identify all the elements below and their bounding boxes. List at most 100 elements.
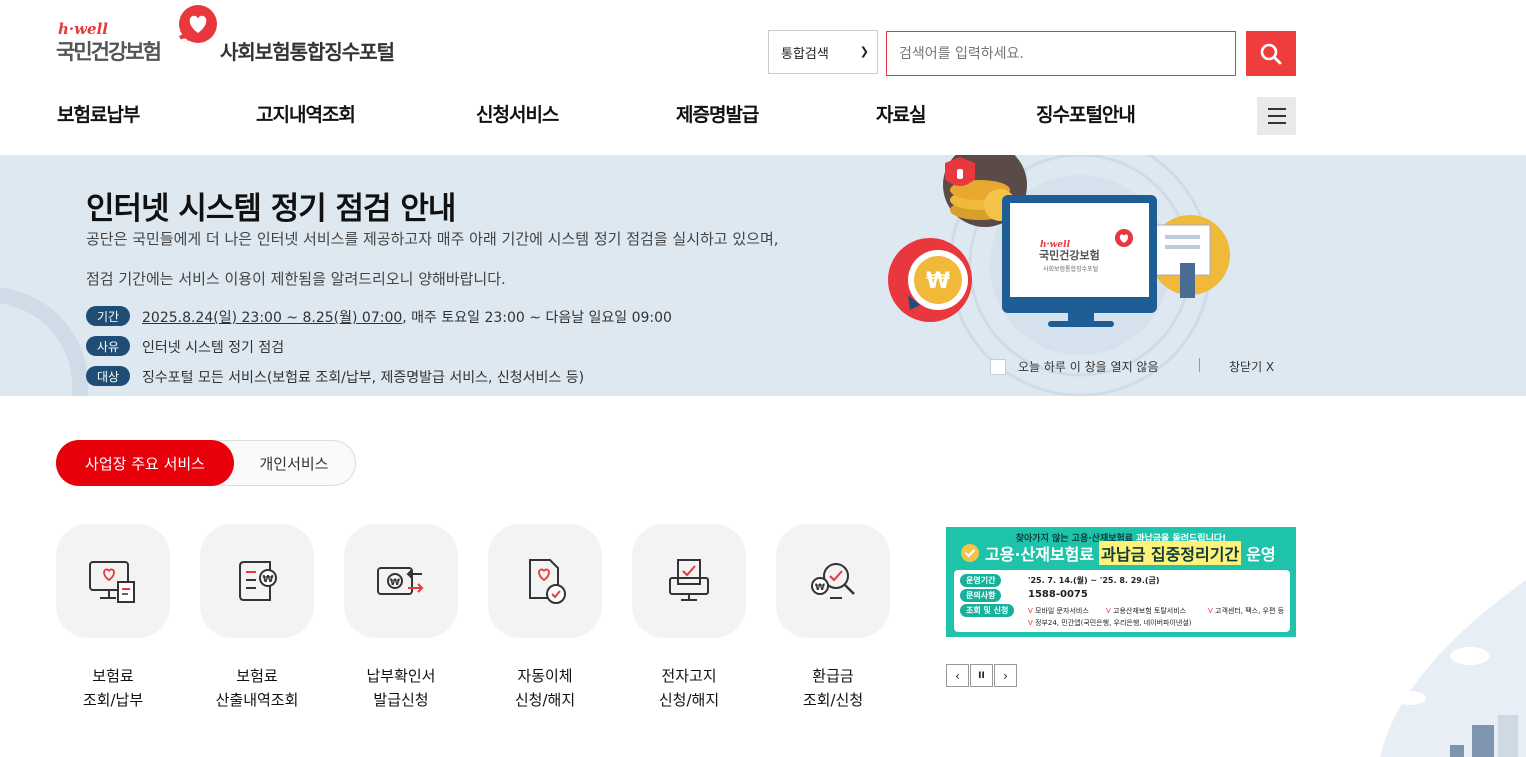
check-circle-icon bbox=[961, 544, 979, 562]
promo-prev-button[interactable]: ‹ bbox=[946, 664, 969, 687]
search-scope-value: 통합검색 bbox=[781, 46, 829, 62]
label-line2: 산출내역조회 bbox=[215, 691, 299, 709]
service-e-notice-tile[interactable] bbox=[632, 524, 746, 638]
promo-title: 고용·산재보험료 과납금 집중정리기간 운영 bbox=[960, 541, 1276, 565]
nav-item-certificate[interactable]: 제증명발급 bbox=[676, 100, 759, 127]
menu-bar bbox=[1267, 122, 1286, 124]
label-line1: 환급금 bbox=[812, 667, 854, 685]
nav-item-application[interactable]: 신청서비스 bbox=[476, 100, 559, 127]
notice-reason: 인터넷 시스템 정기 점검 bbox=[142, 340, 285, 356]
service-premium-calculation-tile[interactable]: ₩ bbox=[200, 524, 314, 638]
dont-show-today-label[interactable]: 오늘 하루 이 창을 열지 않음 bbox=[1018, 358, 1159, 375]
label-line1: 자동이체 bbox=[517, 667, 573, 685]
notice-period-weekly: , 매주 토요일 23:00 ~ 다음날 일요일 09:00 bbox=[402, 310, 672, 326]
notice-description: 공단은 국민들에게 더 나은 인터넷 서비스를 제공하고자 매주 아래 기간에 … bbox=[86, 228, 886, 290]
document-won-icon: ₩ bbox=[239, 561, 277, 601]
service-label-premium-calculation[interactable]: 보험료산출내역조회 bbox=[187, 664, 327, 712]
menu-bar bbox=[1267, 115, 1286, 117]
maintenance-illustration: ₩ h·well 국민건강보험 사회보험통합징수포털 bbox=[888, 155, 1230, 327]
tag-period: 기간 bbox=[86, 306, 130, 326]
tab-business-services[interactable]: 사업장 주요 서비스 bbox=[56, 440, 234, 486]
promo-apply-item: 고용산재보험 토탈서비스 bbox=[1113, 607, 1187, 615]
svg-text:₩: ₩ bbox=[815, 583, 825, 593]
promo-contact: 1588-0075 bbox=[1028, 589, 1088, 600]
search-button[interactable] bbox=[1246, 31, 1296, 76]
label-line1: 보험료 bbox=[236, 667, 278, 685]
chevron-down-icon: ❯ bbox=[859, 45, 869, 58]
search-scope-select[interactable]: 통합검색 ❯ bbox=[768, 30, 878, 74]
pill-apply: 조회 및 신청 bbox=[960, 604, 1015, 617]
label-line1: 보험료 bbox=[92, 667, 134, 685]
label-line2: 조회/납부 bbox=[82, 691, 144, 709]
corner-city-decoration bbox=[1380, 580, 1526, 757]
divider bbox=[1199, 358, 1200, 372]
notice-desc-line1: 공단은 국민들에게 더 나은 인터넷 서비스를 제공하고자 매주 아래 기간에 … bbox=[86, 230, 779, 248]
service-label-premium-payment[interactable]: 보험료조회/납부 bbox=[43, 664, 183, 712]
label-line1: 전자고지 bbox=[661, 667, 717, 685]
logo-heart-icon bbox=[178, 5, 217, 43]
promo-next-button[interactable]: › bbox=[994, 664, 1017, 687]
label-line1: 납부확인서 bbox=[366, 667, 436, 685]
card-won-arrow-icon: ₩ bbox=[377, 567, 424, 595]
service-label-payment-certificate[interactable]: 납부확인서발급신청 bbox=[331, 664, 471, 712]
nav-item-portal-guide[interactable]: 징수포털안내 bbox=[1036, 100, 1136, 127]
service-label-e-notice[interactable]: 전자고지신청/해지 bbox=[619, 664, 759, 712]
search-icon bbox=[1260, 43, 1282, 64]
service-payment-certificate-tile[interactable]: ₩ bbox=[344, 524, 458, 638]
v-mark: V bbox=[1028, 607, 1036, 615]
promo-period: '25. 7. 14.(월) ~ '25. 8. 29.(금) bbox=[1028, 576, 1160, 585]
service-premium-payment-tile[interactable] bbox=[56, 524, 170, 638]
document-check-icon bbox=[529, 559, 566, 604]
promo-apply-item: 정부24, 민간앱(국민은행, 우리은행, 네이버파이낸셜) bbox=[1035, 619, 1192, 627]
logo-ko[interactable]: 국민건강보험 bbox=[56, 36, 162, 66]
svg-text:₩: ₩ bbox=[390, 578, 400, 588]
promo-apply-item: 고객센터, 팩스, 우편 등 bbox=[1215, 607, 1285, 615]
notice-period-main: 2025.8.24(일) 23:00 ~ 8.25(월) 07:00 bbox=[142, 310, 403, 326]
menu-bar bbox=[1267, 108, 1286, 110]
promo-apply-2: V 고용산재보험 토탈서비스 bbox=[1106, 606, 1186, 616]
pill-period: 운영기간 bbox=[960, 574, 1002, 587]
promo-banner[interactable]: 찾아가지 않는 고용·산재보험료 과납금을 돌려드립니다! 고용·산재보험료 과… bbox=[946, 527, 1296, 637]
service-label-auto-transfer[interactable]: 자동이체신청/해지 bbox=[475, 664, 615, 712]
notice-period: 2025.8.24(일) 23:00 ~ 8.25(월) 07:00, 매주 토… bbox=[142, 307, 672, 327]
service-label-refund[interactable]: 환급금조회/신청 bbox=[763, 664, 903, 712]
promo-title-highlight: 과납금 집중정리기간 bbox=[1099, 541, 1242, 565]
label-line2: 신청/해지 bbox=[658, 691, 720, 709]
close-banner-button[interactable]: 창닫기 X bbox=[1229, 358, 1274, 375]
printer-check-icon bbox=[669, 559, 709, 601]
v-mark: V bbox=[1208, 607, 1216, 615]
nav-item-notice-inquiry[interactable]: 고지내역조회 bbox=[256, 100, 356, 127]
label-line2: 신청/해지 bbox=[514, 691, 576, 709]
service-refund-tile[interactable]: ₩ bbox=[776, 524, 890, 638]
label-line2: 발급신청 bbox=[373, 691, 429, 709]
tab-personal-services[interactable]: 개인서비스 bbox=[234, 440, 354, 486]
svg-text:₩: ₩ bbox=[262, 574, 273, 585]
promo-apply-item: 모바일 문자서비스 bbox=[1035, 607, 1089, 615]
notice-target: 징수포털 모든 서비스(보험료 조회/납부, 제증명발급 서비스, 신청서비스 … bbox=[142, 370, 585, 386]
hamburger-menu-button[interactable] bbox=[1257, 97, 1296, 135]
search-input[interactable] bbox=[886, 31, 1236, 76]
tag-reason: 사유 bbox=[86, 336, 130, 356]
nav-item-payment[interactable]: 보험료납부 bbox=[57, 100, 140, 127]
notice-title: 인터넷 시스템 정기 점검 안내 bbox=[86, 191, 456, 227]
label-line2: 조회/신청 bbox=[802, 691, 864, 709]
promo-info-box: 운영기간 '25. 7. 14.(월) ~ '25. 8. 29.(금) 문의사… bbox=[954, 570, 1290, 632]
tag-target: 대상 bbox=[86, 366, 130, 386]
promo-title-b: 운영 bbox=[1246, 545, 1276, 564]
promo-title-a: 고용·산재보험료 bbox=[985, 545, 1095, 564]
promo-apply-4: V 정부24, 민간앱(국민은행, 우리은행, 네이버파이낸셜) bbox=[1028, 618, 1192, 628]
promo-apply-1: V 모바일 문자서비스 bbox=[1028, 606, 1089, 616]
magnifier-won-icon: ₩ bbox=[811, 563, 855, 599]
v-mark: V bbox=[1028, 619, 1036, 627]
promo-pause-button[interactable]: II bbox=[970, 664, 993, 687]
illustration-logo-ko: 국민건강보험 bbox=[1039, 248, 1100, 262]
svg-text:₩: ₩ bbox=[926, 269, 950, 294]
nav-item-archive[interactable]: 자료실 bbox=[876, 100, 926, 127]
monitor-receipt-icon bbox=[89, 561, 135, 603]
notice-desc-line2: 점검 기간에는 서비스 이용이 제한됨을 알려드리오니 양해바랍니다. bbox=[86, 270, 506, 288]
portal-title: 사회보험통합징수포털 bbox=[220, 40, 395, 64]
promo-apply-3: V 고객센터, 팩스, 우편 등 bbox=[1208, 606, 1284, 616]
service-auto-transfer-tile[interactable] bbox=[488, 524, 602, 638]
illustration-logo-sub: 사회보험통합징수포털 bbox=[1043, 265, 1098, 273]
dont-show-today-checkbox[interactable] bbox=[990, 359, 1006, 375]
